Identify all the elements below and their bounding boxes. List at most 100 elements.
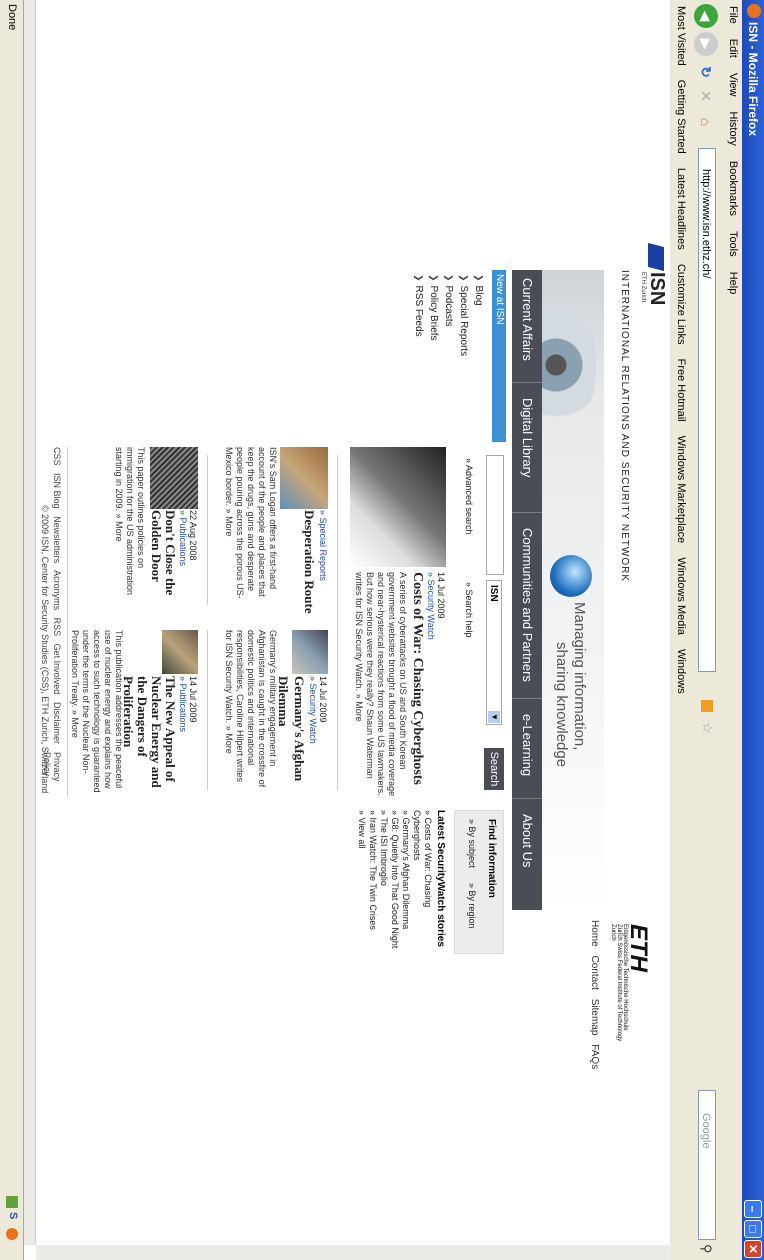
story4-more-link[interactable]: » More bbox=[70, 710, 80, 738]
reload-icon[interactable]: ↻ bbox=[694, 60, 718, 84]
story1-more-link[interactable]: » More bbox=[224, 509, 234, 537]
bookmark-free-hotmail[interactable]: Free Hotmail bbox=[675, 359, 687, 422]
bookmark-windows-marketplace[interactable]: Windows Marketplace bbox=[675, 436, 687, 544]
story3-more-link[interactable]: » More bbox=[114, 514, 124, 542]
story1-image[interactable] bbox=[280, 447, 328, 509]
latest-item[interactable]: » Germany's Afghan Dilemma bbox=[400, 810, 411, 960]
menu-edit[interactable]: Edit bbox=[727, 39, 739, 58]
menu-file[interactable]: File bbox=[727, 6, 739, 24]
nav-communities-partners[interactable]: Communities and Partners bbox=[520, 528, 535, 682]
latest-stories: Latest SecurityWatch stories » Costs of … bbox=[356, 810, 446, 960]
url-bar[interactable]: http://www.isn.ethz.ch/ bbox=[698, 148, 716, 672]
menu-tools[interactable]: Tools bbox=[727, 231, 739, 257]
eth-logo[interactable]: ETH bbox=[624, 924, 652, 972]
stop-icon[interactable]: ✕ bbox=[694, 84, 718, 108]
footer-link-css[interactable]: CSS bbox=[52, 447, 62, 466]
footer-link-get-involved[interactable]: Get Involved bbox=[52, 644, 62, 695]
story2-section-link[interactable]: » Security Watch bbox=[308, 676, 318, 791]
bookmark-getting-started[interactable]: Getting Started bbox=[675, 80, 687, 154]
story3-headline[interactable]: Don't Close the Golden Door bbox=[149, 510, 178, 615]
bookmark-windows[interactable]: Windows bbox=[675, 649, 687, 694]
feature-section-link[interactable]: » Security Watch bbox=[426, 572, 436, 797]
search-button[interactable]: Search bbox=[484, 748, 504, 790]
back-icon[interactable]: ◀ bbox=[694, 4, 718, 28]
latest-item-label: Iran Watch: The Twin Crises bbox=[368, 817, 378, 930]
addon-icon[interactable] bbox=[6, 1196, 18, 1208]
minimize-button[interactable]: – bbox=[744, 1200, 762, 1218]
isn-logo-mark bbox=[648, 242, 664, 272]
by-region-link[interactable]: » By region bbox=[467, 883, 477, 929]
nav-about-us[interactable]: About Us bbox=[520, 814, 535, 867]
menu-view[interactable]: View bbox=[727, 73, 739, 97]
search-go-icon[interactable]: ⚲ bbox=[698, 1244, 714, 1254]
menu-help[interactable]: Help bbox=[727, 272, 739, 295]
nav-digital-library[interactable]: Digital Library bbox=[520, 398, 535, 477]
story3-more-label: More bbox=[114, 521, 124, 542]
new-at-isn-header[interactable]: New at ISN bbox=[492, 270, 506, 442]
by-subject-link[interactable]: » By subject bbox=[467, 819, 477, 868]
latest-item[interactable]: » Costs of War: Chasing Cyberghosts bbox=[411, 810, 433, 960]
skype-icon[interactable]: S bbox=[7, 1212, 19, 1219]
feature-image[interactable] bbox=[350, 447, 446, 567]
story4-section-link[interactable]: » Publications bbox=[178, 676, 188, 791]
story3-section-label: Publications bbox=[178, 517, 188, 567]
latest-item[interactable]: » G8: Quietly Into That Good Night bbox=[389, 810, 400, 960]
search-input[interactable] bbox=[486, 455, 504, 575]
menu-history[interactable]: History bbox=[727, 112, 739, 146]
bookmark-most-visited[interactable]: Most Visited bbox=[675, 6, 687, 66]
story3-section-link[interactable]: » Publications bbox=[178, 510, 188, 615]
nav-current-affairs[interactable]: Current Affairs bbox=[520, 278, 535, 361]
left-nav-special-reports[interactable]: Special Reports bbox=[456, 274, 471, 357]
search-scope-select[interactable]: ISN ▼ bbox=[486, 580, 502, 725]
firefox-status-icon[interactable] bbox=[6, 1228, 18, 1240]
menu-bookmarks[interactable]: Bookmarks bbox=[727, 161, 739, 216]
story3-image[interactable] bbox=[150, 447, 198, 509]
close-button[interactable]: ✕ bbox=[744, 1240, 762, 1258]
story4-headline[interactable]: The New Appeal of Nuclear Energy and the… bbox=[121, 676, 178, 791]
feature-headline[interactable]: Costs of War: Chasing Cyberghosts bbox=[409, 572, 425, 797]
story2-headline[interactable]: Germany's Afghan Dilemma bbox=[275, 676, 307, 791]
home-icon[interactable]: ⌂ bbox=[694, 110, 718, 134]
nav-separator bbox=[512, 698, 542, 699]
footer-link-acronyms[interactable]: Acronyms bbox=[52, 570, 62, 610]
rss-icon[interactable] bbox=[701, 700, 713, 712]
left-nav-rss-feeds[interactable]: RSS Feeds bbox=[411, 274, 426, 356]
latest-view-all[interactable]: » View all bbox=[356, 810, 367, 960]
footer-link-rss[interactable]: RSS bbox=[52, 618, 62, 637]
footer-link-isn-blog[interactable]: ISN Blog bbox=[52, 473, 62, 509]
latest-item[interactable]: » Iran Watch: The Twin Crises bbox=[367, 810, 378, 960]
footer-link-newsletters[interactable]: Newsletters bbox=[52, 516, 62, 563]
vertical-scrollbar[interactable] bbox=[36, 1245, 670, 1260]
search-engine-box[interactable]: Google bbox=[698, 1090, 716, 1240]
left-nav-blog[interactable]: Blog bbox=[471, 274, 486, 356]
horizontal-scrollbar[interactable] bbox=[23, 0, 36, 1245]
bookmark-star-icon[interactable]: ☆ bbox=[699, 722, 715, 734]
latest-item[interactable]: » The ISI Imbroglio bbox=[378, 810, 389, 960]
advanced-search-link[interactable]: » Advanced search bbox=[464, 458, 474, 535]
left-nav-policy-briefs[interactable]: Policy Briefs bbox=[426, 274, 441, 356]
nav-e-learning[interactable]: e-Learning bbox=[520, 714, 535, 776]
maximize-button[interactable]: □ bbox=[744, 1220, 762, 1238]
top-link-sitemap[interactable]: Sitemap bbox=[589, 999, 600, 1036]
bookmark-windows-media[interactable]: Windows Media bbox=[675, 557, 687, 635]
story2-more-link[interactable]: » More bbox=[224, 726, 234, 754]
bookmark-customize-links[interactable]: Customize Links bbox=[675, 264, 687, 345]
firefox-icon bbox=[747, 4, 761, 18]
story2-image[interactable] bbox=[292, 630, 328, 674]
story4-image[interactable] bbox=[162, 630, 198, 674]
search-help-link[interactable]: » Search help bbox=[464, 582, 474, 638]
left-nav-podcasts[interactable]: Podcasts bbox=[441, 274, 456, 356]
bookmark-latest-headlines[interactable]: Latest Headlines bbox=[675, 168, 687, 250]
top-link-faqs[interactable]: FAQs bbox=[589, 1044, 600, 1069]
nav-separator bbox=[512, 798, 542, 799]
isn-logo[interactable]: ISN bbox=[645, 272, 668, 305]
footer-link-disclaimer[interactable]: Disclaimer bbox=[52, 702, 62, 744]
story1-headline[interactable]: Desperation Route bbox=[301, 510, 317, 615]
chevron-down-icon[interactable]: ▼ bbox=[488, 711, 500, 723]
feature-more-link[interactable]: » More bbox=[354, 694, 364, 722]
story1-section-link[interactable]: » Special Reports bbox=[318, 510, 328, 615]
forward-icon[interactable]: ▶ bbox=[694, 32, 718, 56]
story2-date: 14 Jul 2009 bbox=[318, 676, 328, 723]
top-link-home[interactable]: Home bbox=[589, 920, 600, 947]
top-link-contact[interactable]: Contact bbox=[589, 955, 600, 989]
